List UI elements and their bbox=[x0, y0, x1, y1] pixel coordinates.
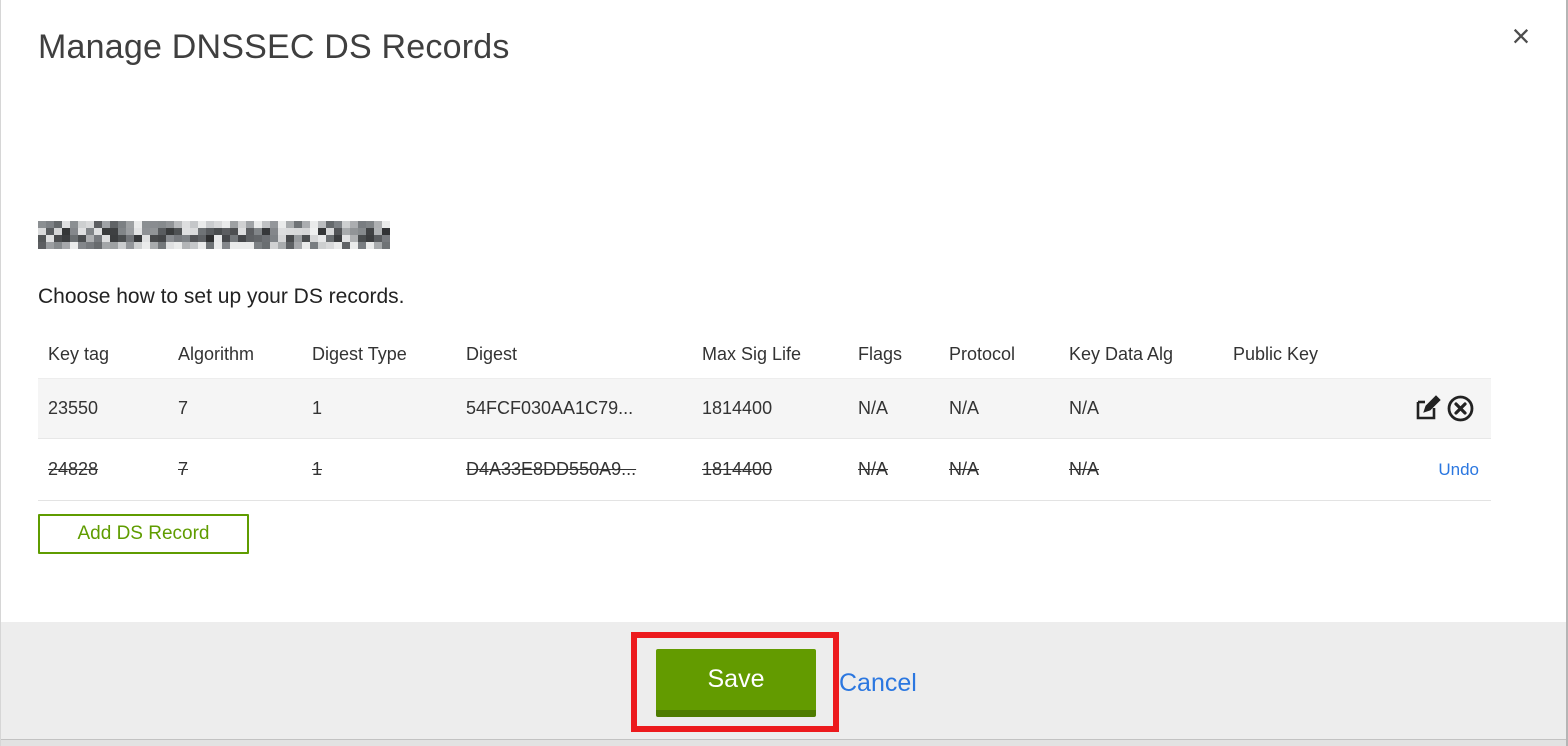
cell-digest-type: 1 bbox=[312, 398, 323, 418]
cell-max-sig-life: 1814400 bbox=[702, 459, 773, 479]
col-header-protocol: Protocol bbox=[949, 343, 1016, 364]
col-header-key-tag: Key tag bbox=[48, 343, 110, 364]
cancel-link[interactable]: Cancel bbox=[839, 669, 917, 698]
col-header-max-sig-life: Max Sig Life bbox=[702, 343, 802, 364]
col-header-algorithm: Algorithm bbox=[178, 343, 255, 364]
window-bottom-edge bbox=[1, 739, 1566, 746]
col-header-flags: Flags bbox=[858, 343, 903, 364]
cell-key-data-alg: N/A bbox=[1069, 459, 1100, 479]
cell-algorithm: 7 bbox=[178, 459, 189, 479]
cell-key-data-alg: N/A bbox=[1069, 398, 1100, 418]
undo-link[interactable]: Undo bbox=[1438, 460, 1479, 480]
cell-flags: N/A bbox=[858, 459, 889, 479]
manage-dnssec-modal: Manage DNSSEC DS Records × Choose how to… bbox=[0, 0, 1568, 746]
instruction-text: Choose how to set up your DS records. bbox=[38, 285, 405, 308]
modal-title: Manage DNSSEC DS Records bbox=[38, 28, 510, 66]
cell-key-tag: 23550 bbox=[48, 398, 99, 418]
col-header-digest-type: Digest Type bbox=[312, 343, 407, 364]
cell-algorithm: 7 bbox=[178, 398, 189, 418]
row-actions bbox=[1363, 394, 1491, 423]
ds-records-table: Key tag Algorithm Digest Type Digest Max… bbox=[38, 330, 1491, 501]
add-ds-record-button[interactable]: Add DS Record bbox=[38, 514, 249, 554]
edit-record-icon[interactable] bbox=[1413, 394, 1442, 423]
cell-digest: D4A33E8DD550A9... bbox=[466, 459, 637, 479]
cell-protocol: N/A bbox=[949, 398, 980, 418]
col-header-digest: Digest bbox=[466, 343, 518, 364]
table-row: 23550 7 1 54FCF030AA1C79... 1814400 N/A … bbox=[38, 378, 1491, 438]
col-header-key-data-alg: Key Data Alg bbox=[1069, 343, 1174, 364]
cell-max-sig-life: 1814400 bbox=[702, 398, 773, 418]
delete-record-icon[interactable] bbox=[1446, 394, 1475, 423]
cell-flags: N/A bbox=[858, 398, 889, 418]
cell-protocol: N/A bbox=[949, 459, 980, 479]
cell-digest: 54FCF030AA1C79... bbox=[466, 398, 634, 418]
table-row: 24828 7 1 D4A33E8DD550A9... 1814400 N/A … bbox=[38, 438, 1491, 501]
cell-digest-type: 1 bbox=[312, 459, 323, 479]
table-header-row: Key tag Algorithm Digest Type Digest Max… bbox=[38, 330, 1491, 378]
col-header-public-key: Public Key bbox=[1233, 343, 1319, 364]
cell-key-tag: 24828 bbox=[48, 459, 99, 479]
redacted-domain-text bbox=[38, 221, 390, 249]
close-icon[interactable]: × bbox=[1501, 14, 1541, 58]
save-button[interactable]: Save bbox=[656, 649, 816, 717]
